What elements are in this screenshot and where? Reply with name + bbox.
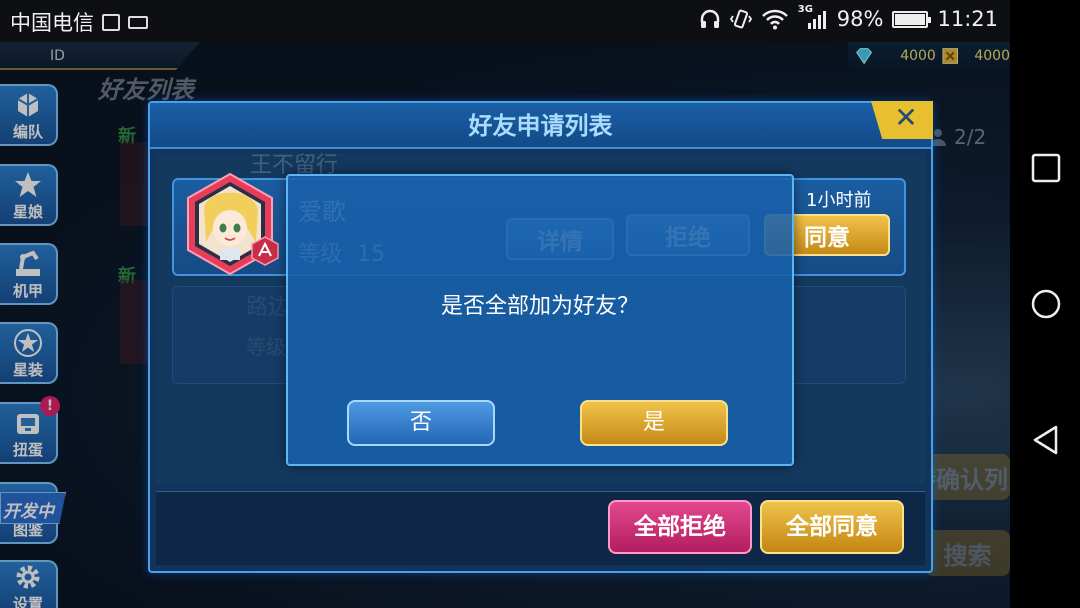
avatar[interactable] <box>182 172 279 276</box>
home-icon[interactable] <box>1030 288 1062 320</box>
battery-fill <box>895 13 925 25</box>
reject-all-button[interactable]: 全部拒绝 <box>608 500 752 554</box>
status-bar: 中国电信 3G 98% 11:21 <box>0 0 1010 42</box>
signal-icon: 3G <box>798 4 828 30</box>
accept-all-button[interactable]: 全部同意 <box>760 500 904 554</box>
clock-label: 11:21 <box>937 7 998 31</box>
confirm-message: 是否全部加为好友？ <box>440 294 639 319</box>
app-screen: 中国电信 3G 98% 11:21 ID 4000 4000 好友列表 编队 星… <box>0 0 1080 608</box>
no-button[interactable]: 否 <box>347 400 495 446</box>
headphones-icon <box>700 9 720 28</box>
battery-label: 98% <box>836 7 884 31</box>
battery-icon <box>892 10 932 28</box>
wifi-icon <box>761 9 788 30</box>
back-icon[interactable] <box>1030 424 1062 456</box>
vibrate-icon <box>729 9 752 29</box>
image-notification-icon <box>102 13 120 31</box>
recent-apps-icon[interactable] <box>1030 152 1062 184</box>
android-nav-bar <box>1010 0 1080 608</box>
confirm-dialog: 是否全部加为好友？ 否 是 <box>286 174 794 466</box>
request-time: 1小时前 <box>806 190 872 211</box>
yes-button[interactable]: 是 <box>580 400 728 446</box>
keyboard-icon <box>128 15 148 29</box>
dialog-title: 好友申请列表 <box>468 112 613 140</box>
carrier-label: 中国电信 <box>10 11 94 35</box>
class-badge-icon <box>251 236 279 266</box>
close-icon: ✕ <box>894 101 918 134</box>
dialog-header: 好友申请列表 <box>150 103 931 149</box>
